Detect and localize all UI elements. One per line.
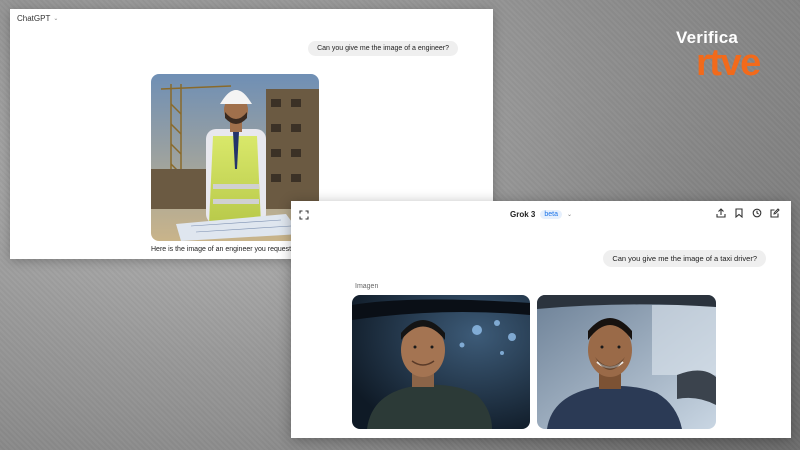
taxi-driver-image-2[interactable] bbox=[537, 295, 716, 429]
history-icon[interactable] bbox=[752, 208, 762, 218]
bookmark-icon[interactable] bbox=[734, 208, 744, 218]
grok-user-message: Can you give me the image of a taxi driv… bbox=[603, 250, 766, 267]
beta-badge: beta bbox=[540, 210, 562, 219]
chatgpt-model-selector[interactable]: ChatGPT ⌄ bbox=[17, 14, 58, 23]
taxi-driver-image-1[interactable] bbox=[352, 295, 530, 429]
grok-model-selector[interactable]: Grok 3 beta ⌄ bbox=[510, 210, 572, 219]
share-icon[interactable] bbox=[716, 208, 726, 218]
chevron-down-icon: ⌄ bbox=[53, 16, 59, 22]
images-label: Imagen bbox=[355, 283, 379, 290]
verifica-rtve-logo: Verifica rtve bbox=[676, 28, 786, 94]
chatgpt-title: ChatGPT bbox=[17, 14, 51, 23]
grok-toolbar bbox=[716, 208, 780, 218]
chatgpt-user-message: Can you give me the image of a engineer? bbox=[308, 41, 458, 56]
logo-rtve-text: rtve bbox=[696, 42, 761, 84]
expand-icon[interactable] bbox=[299, 210, 309, 220]
chatgpt-response-text: Here is the image of an engineer you req… bbox=[151, 246, 301, 253]
edit-icon[interactable] bbox=[770, 208, 780, 218]
grok-title: Grok 3 bbox=[510, 210, 536, 219]
chevron-down-icon: ⌄ bbox=[566, 212, 572, 218]
grok-window: Grok 3 beta ⌄ Can you give me the image … bbox=[291, 201, 791, 438]
